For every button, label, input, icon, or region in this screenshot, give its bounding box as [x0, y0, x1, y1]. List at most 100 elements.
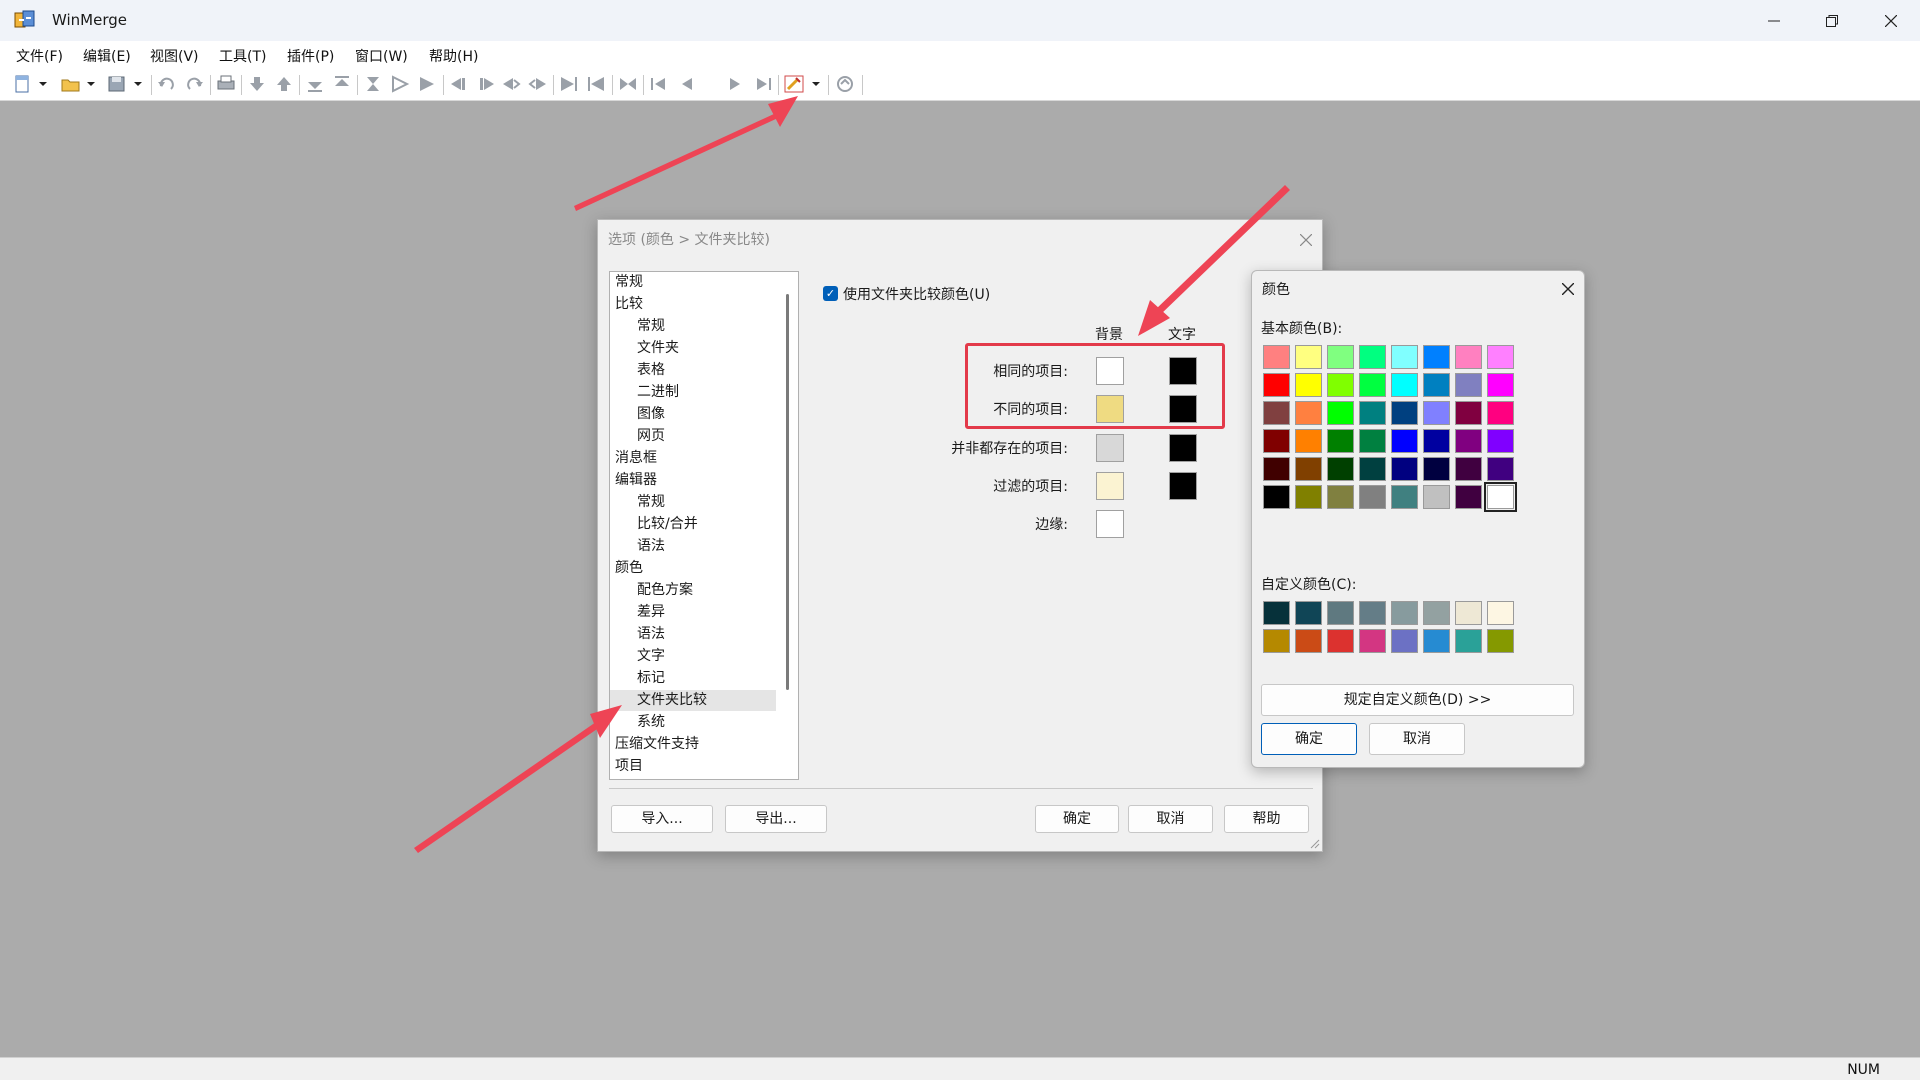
next-diff-icon[interactable] — [246, 74, 268, 94]
tree-item-compare[interactable]: 比较 — [615, 294, 643, 315]
basic-color-swatch[interactable] — [1359, 345, 1386, 369]
tree-item-colors[interactable]: 颜色 — [615, 558, 643, 579]
redo-icon[interactable] — [183, 74, 205, 94]
basic-color-swatch[interactable] — [1423, 429, 1450, 453]
basic-color-swatch[interactable] — [1263, 345, 1290, 369]
basic-color-swatch[interactable] — [1327, 457, 1354, 481]
custom-color-swatch[interactable] — [1391, 629, 1418, 653]
use-folder-compare-colors-checkbox[interactable]: ✓ — [823, 286, 838, 301]
basic-color-swatch[interactable] — [1487, 429, 1514, 453]
copy-right-advance-icon[interactable] — [500, 74, 522, 94]
basic-color-swatch[interactable] — [1327, 401, 1354, 425]
options-close-button[interactable] — [1299, 224, 1313, 251]
basic-color-swatch[interactable] — [1455, 401, 1482, 425]
tree-item-compare-image[interactable]: 图像 — [637, 404, 665, 425]
options-icon[interactable] — [783, 74, 805, 94]
all-right-icon[interactable] — [558, 74, 580, 94]
tree-item-colors-system[interactable]: 系统 — [637, 712, 665, 733]
save-icon[interactable] — [106, 74, 128, 94]
tree-item-editor-compare-merge[interactable]: 比较/合并 — [637, 514, 698, 535]
last-file-icon[interactable] — [752, 74, 774, 94]
open-dropdown-icon[interactable] — [86, 74, 96, 94]
basic-color-swatch[interactable] — [1359, 485, 1386, 509]
basic-color-swatch[interactable] — [1455, 373, 1482, 397]
basic-color-swatch[interactable] — [1423, 457, 1450, 481]
tree-item-compare-binary[interactable]: 二进制 — [637, 382, 679, 403]
help-button[interactable]: 帮助 — [1224, 805, 1309, 833]
basic-color-swatch[interactable] — [1359, 401, 1386, 425]
basic-color-swatch[interactable] — [1263, 373, 1290, 397]
tree-item-general[interactable]: 常规 — [615, 272, 643, 293]
last-diff-icon[interactable] — [304, 74, 326, 94]
minimize-button[interactable] — [1745, 0, 1803, 41]
basic-color-swatch[interactable] — [1263, 429, 1290, 453]
basic-color-swatch[interactable] — [1327, 429, 1354, 453]
undo-icon[interactable] — [156, 74, 178, 94]
options-category-tree[interactable]: 常规 比较 常规 文件夹 表格 二进制 图像 网页 消息框 编辑器 常规 比较/… — [609, 271, 799, 780]
basic-color-swatch[interactable] — [1327, 373, 1354, 397]
tree-item-editor[interactable]: 编辑器 — [615, 470, 657, 491]
basic-color-swatch[interactable] — [1487, 373, 1514, 397]
refresh-icon[interactable] — [834, 74, 856, 94]
new-file-icon[interactable] — [12, 74, 34, 94]
basic-color-swatch[interactable] — [1263, 401, 1290, 425]
custom-color-swatch[interactable] — [1423, 629, 1450, 653]
print-icon[interactable] — [215, 74, 237, 94]
basic-color-swatch[interactable] — [1487, 401, 1514, 425]
basic-color-swatch[interactable] — [1295, 485, 1322, 509]
basic-color-swatch[interactable] — [1423, 401, 1450, 425]
first-diff-icon[interactable] — [331, 74, 353, 94]
prev-file-icon[interactable] — [675, 74, 697, 94]
tree-item-editor-syntax[interactable]: 语法 — [637, 536, 665, 557]
basic-color-swatch[interactable] — [1295, 345, 1322, 369]
menu-tools[interactable]: 工具(T) — [219, 46, 266, 66]
options-dropdown-icon[interactable] — [811, 74, 821, 94]
custom-color-swatch[interactable] — [1455, 629, 1482, 653]
close-button[interactable] — [1862, 0, 1920, 41]
custom-color-swatch[interactable] — [1263, 601, 1290, 625]
tree-item-colors-markers[interactable]: 标记 — [637, 668, 665, 689]
basic-color-swatch[interactable] — [1391, 345, 1418, 369]
custom-color-swatch[interactable] — [1359, 601, 1386, 625]
tree-item-colors-text[interactable]: 文字 — [637, 646, 665, 667]
filtered-items-text-swatch[interactable] — [1169, 472, 1197, 500]
basic-color-swatch[interactable] — [1359, 429, 1386, 453]
custom-color-swatch[interactable] — [1423, 601, 1450, 625]
basic-color-swatch[interactable] — [1263, 485, 1290, 509]
save-dropdown-icon[interactable] — [133, 74, 143, 94]
basic-color-swatch[interactable] — [1391, 401, 1418, 425]
ok-button[interactable]: 确定 — [1035, 805, 1119, 833]
custom-color-swatch[interactable] — [1295, 629, 1322, 653]
menu-edit[interactable]: 编辑(E) — [83, 46, 131, 66]
custom-color-swatch[interactable] — [1391, 601, 1418, 625]
copy-right-icon[interactable] — [448, 74, 470, 94]
menu-window[interactable]: 窗口(W) — [355, 46, 408, 66]
basic-color-swatch[interactable] — [1423, 373, 1450, 397]
basic-color-swatch[interactable] — [1391, 457, 1418, 481]
basic-color-swatch[interactable] — [1484, 482, 1517, 512]
tree-item-colors-scheme[interactable]: 配色方案 — [637, 580, 693, 601]
menu-file[interactable]: 文件(F) — [16, 46, 63, 66]
cancel-button[interactable]: 取消 — [1128, 805, 1213, 833]
not-exist-all-items-bg-swatch[interactable] — [1096, 434, 1124, 462]
open-folder-icon[interactable] — [60, 74, 82, 94]
custom-color-swatch[interactable] — [1487, 629, 1514, 653]
color-close-button[interactable] — [1561, 274, 1575, 300]
tree-item-colors-folder-compare[interactable]: 文件夹比较 — [610, 690, 776, 711]
tree-item-project[interactable]: 项目 — [615, 756, 643, 777]
tree-item-colors-differences[interactable]: 差异 — [637, 602, 665, 623]
basic-color-swatch[interactable] — [1359, 457, 1386, 481]
basic-color-swatch[interactable] — [1423, 485, 1450, 509]
all-left-icon[interactable] — [585, 74, 607, 94]
import-button[interactable]: 导入... — [611, 805, 713, 833]
tree-item-editor-general[interactable]: 常规 — [637, 492, 665, 513]
resize-grip-icon[interactable] — [1308, 837, 1320, 849]
menu-view[interactable]: 视图(V) — [150, 46, 199, 66]
basic-color-swatch[interactable] — [1391, 429, 1418, 453]
tree-item-archive-support[interactable]: 压缩文件支持 — [615, 734, 699, 755]
custom-color-swatch[interactable] — [1487, 601, 1514, 625]
custom-color-swatch[interactable] — [1263, 629, 1290, 653]
tree-item-colors-syntax[interactable]: 语法 — [637, 624, 665, 645]
basic-color-swatch[interactable] — [1295, 457, 1322, 481]
tree-scrollbar[interactable] — [786, 294, 789, 690]
